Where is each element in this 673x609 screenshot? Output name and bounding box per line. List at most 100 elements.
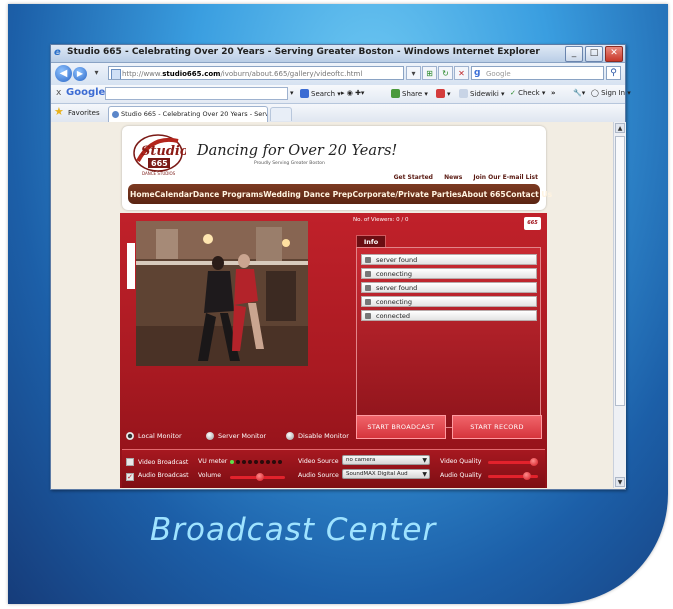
video-preview: [136, 221, 308, 366]
bookmark-icon: [436, 89, 445, 98]
menu-corporate-private[interactable]: Corporate/Private Parties: [352, 190, 461, 199]
log-row: connecting: [361, 296, 537, 307]
url-domain: studio665.com: [162, 70, 221, 78]
link-news[interactable]: News: [444, 174, 462, 181]
log-row: connecting: [361, 268, 537, 279]
search-button[interactable]: Search ▾: [300, 89, 341, 98]
audio-broadcast-checkbox[interactable]: ✓ Audio Broadcast: [126, 472, 189, 481]
bookmarks-button[interactable]: ▾: [436, 89, 451, 98]
site-menu: Home Calendar Dance Programs Wedding Dan…: [128, 184, 552, 204]
menu-wedding-dance-prep[interactable]: Wedding Dance Prep: [263, 190, 352, 199]
check-button[interactable]: ✓ Check ▾: [510, 89, 545, 97]
page-icon: [111, 69, 121, 79]
scroll-down-icon[interactable]: ▼: [615, 477, 625, 487]
radio-server-monitor[interactable]: Server Monitor: [206, 432, 266, 440]
menu-dance-programs[interactable]: Dance Programs: [193, 190, 263, 199]
address-input[interactable]: http://www.studio665.com/ivoburn/about.6…: [108, 66, 404, 80]
menu-contact[interactable]: Contact Us: [506, 190, 552, 199]
top-links: Get Started News Join Our E-mail List: [385, 174, 538, 181]
wrench-icon[interactable]: 🔧▾: [573, 89, 585, 97]
vu-led: [242, 460, 246, 464]
link-email-list[interactable]: Join Our E-mail List: [473, 174, 538, 181]
radio-icon: [126, 432, 134, 440]
vu-led: [236, 460, 240, 464]
video-source-select[interactable]: no camera ▼: [342, 455, 430, 465]
slide: e Studio 665 - Celebrating Over 20 Years…: [0, 0, 673, 609]
viewers-count: No. of Viewers: 0 / 0: [353, 217, 409, 223]
sidewiki-button[interactable]: Sidewiki ▾: [459, 89, 505, 98]
volume-slider[interactable]: [230, 473, 285, 481]
google-search-field[interactable]: [105, 87, 288, 100]
vu-led: [248, 460, 252, 464]
signin-button[interactable]: ◯ Sign In ▾: [591, 89, 631, 97]
svg-text:Studio: Studio: [141, 144, 186, 159]
svg-text:665: 665: [151, 159, 168, 168]
scroll-thumb[interactable]: [615, 136, 625, 406]
audio-source-select[interactable]: SoundMAX Digital Aud ▼: [342, 469, 430, 479]
vertical-scrollbar[interactable]: ▲ ▼: [613, 122, 626, 488]
video-broadcast-checkbox[interactable]: Video Broadcast: [126, 458, 188, 466]
toolbar-extra-icons[interactable]: ▸ ◉ ✚▾: [341, 89, 364, 97]
ie-window: e Studio 665 - Celebrating Over 20 Years…: [50, 44, 631, 490]
favorites-button[interactable]: Favorites: [68, 109, 100, 117]
scroll-up-icon[interactable]: ▲: [615, 123, 625, 133]
address-dropdown-icon[interactable]: ▾: [406, 66, 421, 80]
video-quality-label: Video Quality: [440, 458, 482, 465]
refresh-icon[interactable]: ↻: [438, 66, 453, 80]
close-toolbar-icon[interactable]: x: [56, 88, 61, 98]
share-button[interactable]: Share ▾: [391, 89, 428, 98]
bullet-icon: [365, 257, 371, 263]
audio-quality-slider[interactable]: [488, 472, 538, 480]
volume-label: Volume: [198, 472, 222, 479]
tab-studio665[interactable]: Studio 665 - Celebrating Over 20 Years -…: [108, 106, 268, 122]
window-title: Studio 665 - Celebrating Over 20 Years -…: [67, 47, 540, 57]
address-row: ◀ ▶ ▾ http://www.studio665.com/ivoburn/a…: [51, 63, 625, 85]
search-placeholder: Google: [486, 70, 511, 78]
audio-quality-knob[interactable]: [523, 472, 531, 480]
forward-icon[interactable]: ▶: [73, 67, 87, 81]
radio-local-monitor[interactable]: Local Monitor: [126, 432, 182, 440]
audio-source-label: Audio Source: [298, 472, 339, 479]
ie-logo-icon: e: [54, 47, 61, 58]
bullet-icon: [365, 299, 371, 305]
corner-logo: 665: [524, 217, 541, 230]
link-get-started[interactable]: Get Started: [394, 174, 433, 181]
checkbox-checked-icon: ✓: [126, 473, 134, 481]
broadcast-center: No. of Viewers: 0 / 0 665 Info server fo…: [120, 213, 547, 488]
side-tab: [127, 243, 135, 289]
close-button[interactable]: ✕: [605, 46, 623, 62]
bullet-icon: [365, 271, 371, 277]
menu-calendar[interactable]: Calendar: [155, 190, 193, 199]
back-icon[interactable]: ◀: [55, 65, 72, 82]
site-subslogan: Proudly Serving Greater Boston: [254, 161, 325, 166]
url-prefix: http://www.: [122, 70, 163, 78]
google-g-icon: [300, 89, 309, 98]
slide-caption: Broadcast Center: [150, 512, 437, 548]
start-record-button[interactable]: START RECORD: [452, 415, 542, 439]
favorites-star-icon[interactable]: ★: [54, 106, 64, 118]
compatibility-icon[interactable]: ⊞: [422, 66, 437, 80]
start-broadcast-button[interactable]: START BROADCAST: [356, 415, 446, 439]
minimize-button[interactable]: _: [565, 46, 583, 62]
broadcast-controls: Video Broadcast ✓ Audio Broadcast VU mete…: [122, 449, 545, 488]
vu-meter: [230, 459, 284, 466]
maximize-button[interactable]: □: [585, 46, 603, 62]
search-input[interactable]: g Google: [471, 66, 604, 80]
search-go-icon[interactable]: ⚲: [606, 66, 621, 80]
video-quality-slider[interactable]: [488, 458, 538, 466]
toolbar-search-dropdown[interactable]: ▾: [290, 89, 294, 97]
menu-about[interactable]: About 665: [462, 190, 506, 199]
volume-knob[interactable]: [256, 473, 265, 481]
share-icon: [391, 89, 400, 98]
menu-home[interactable]: Home: [130, 190, 155, 199]
info-panel: server found connecting server found con…: [356, 247, 541, 428]
radio-icon: [286, 432, 294, 440]
radio-disable-monitor[interactable]: Disable Monitor: [286, 432, 349, 440]
more-button[interactable]: »: [551, 89, 556, 97]
history-dropdown-icon[interactable]: ▾: [89, 66, 104, 80]
stop-icon[interactable]: ✕: [454, 66, 469, 80]
google-search-icon: g: [474, 68, 481, 78]
new-tab-button[interactable]: [270, 107, 292, 121]
vu-led: [278, 460, 282, 464]
video-quality-knob[interactable]: [530, 458, 538, 466]
